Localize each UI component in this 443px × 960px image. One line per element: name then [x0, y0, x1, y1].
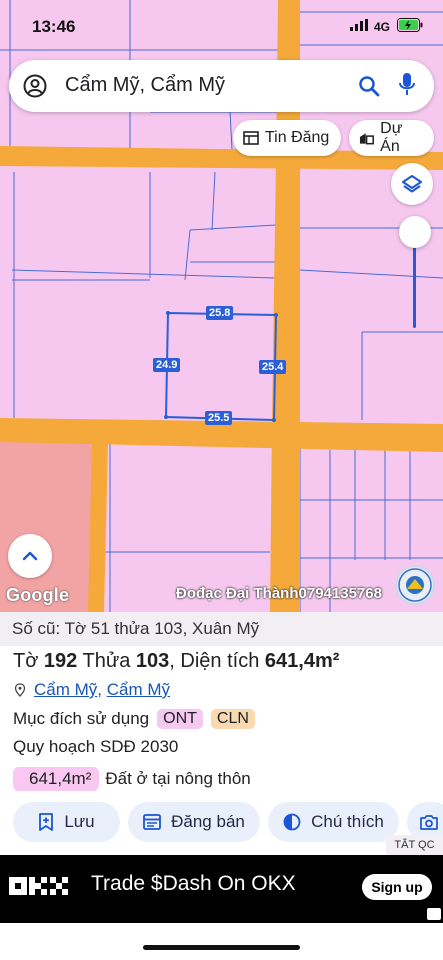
home-indicator[interactable] [143, 945, 300, 950]
chip-du-an-label: Dự Án [380, 120, 403, 155]
building-icon [359, 133, 374, 145]
status-bar: 13:46 4G [0, 0, 443, 50]
adchoices-icon[interactable] [427, 908, 441, 920]
status-time: 13:46 [32, 17, 76, 36]
area-label: , Diện tích [169, 650, 260, 672]
search-icon[interactable] [357, 74, 381, 98]
chip-du-an[interactable]: Dự Án [349, 120, 434, 156]
close-ad-label[interactable]: TẮT QC [386, 835, 443, 855]
contrast-icon [283, 813, 301, 831]
parcel-number: 103 [135, 650, 170, 672]
planning-title: Quy hoạch SDĐ 2030 [13, 737, 179, 756]
legend-button[interactable]: Chú thích [268, 802, 399, 842]
land-use-purpose: Mục đích sử dụng ONT CLN [13, 709, 255, 729]
parcel-label: Thửa [82, 650, 131, 672]
post-for-sale-button[interactable]: Đăng bán [128, 802, 260, 842]
search-query[interactable]: Cẩm Mỹ, Cẩm Mỹ [65, 74, 225, 97]
planning-area-desc: Đất ở tại nông thôn [105, 769, 251, 788]
battery-icon [397, 18, 423, 32]
location-separator: , [97, 680, 107, 699]
ad-banner[interactable]: Trade $Dash On OKX Sign up [0, 855, 443, 923]
layers-button[interactable] [391, 163, 433, 205]
opacity-slider-track[interactable] [413, 245, 416, 328]
expand-up-button[interactable] [8, 534, 52, 578]
layers-icon [402, 175, 422, 193]
chip-tin-dang[interactable]: Tin Đăng [233, 120, 341, 156]
chevron-up-icon [22, 551, 38, 561]
commune-link[interactable]: Cẩm Mỹ [107, 680, 170, 700]
search-bar[interactable]: Cẩm Mỹ, Cẩm Mỹ [9, 60, 434, 112]
sheet-number: 192 [43, 650, 78, 672]
area-value: 641,4m² [264, 650, 340, 672]
planning-area-badge: 641,4m² [13, 767, 100, 791]
ad-signup-button[interactable]: Sign up [362, 874, 432, 900]
district-link[interactable]: Cẩm Mỹ [34, 680, 97, 700]
dimension-top-label: 25.8 [206, 306, 234, 320]
old-reference: Số cũ: Tờ 51 thửa 103, Xuân Mỹ [0, 612, 443, 646]
location-links: Cẩm Mỹ, Cẩm Mỹ [14, 680, 170, 700]
parcel-summary: Tờ 192 Thửa 103, Diện tích 641,4m² [13, 650, 339, 673]
add-photo-icon [420, 815, 438, 830]
company-seal-logo [395, 565, 435, 605]
sheet-label: Tờ [13, 650, 39, 672]
location-pin-icon [14, 683, 26, 697]
save-button[interactable]: Lưu [13, 802, 120, 842]
map-view[interactable]: 25.8 24.9 25.4 25.5 13:46 4G Cẩm Mỹ, Cẩm… [0, 0, 443, 612]
bookmark-add-icon [39, 813, 54, 831]
google-logo: Google [6, 585, 70, 605]
purpose-label: Mục đích sử dụng [13, 709, 150, 728]
opacity-slider-knob[interactable] [399, 216, 431, 248]
network-type: 4G [374, 20, 391, 34]
planning-area-row: 641,4m² Đất ở tại nông thôn [13, 767, 251, 791]
okx-logo [9, 877, 68, 895]
legend-label: Chú thích [311, 812, 384, 831]
microphone-icon[interactable] [398, 72, 416, 98]
dimension-right-label: 25.4 [259, 360, 287, 374]
parcel-info-sheet[interactable]: Số cũ: Tờ 51 thửa 103, Xuân Mỹ Tờ 192 Th… [0, 612, 443, 855]
land-use-tag-ont: ONT [157, 709, 203, 729]
save-button-label: Lưu [64, 812, 95, 831]
land-use-tag-cln: CLN [210, 709, 255, 729]
dimension-bottom-label: 25.5 [205, 411, 233, 425]
watermark-text: Đođạc Đại Thành0794135768 [176, 585, 382, 602]
listing-card-icon [143, 814, 162, 830]
listing-icon [243, 131, 259, 145]
account-icon[interactable] [23, 74, 47, 98]
signal-icon [350, 19, 368, 31]
dimension-left-label: 24.9 [153, 358, 181, 372]
ad-headline[interactable]: Trade $Dash On OKX [91, 872, 296, 896]
post-for-sale-label: Đăng bán [171, 812, 245, 831]
chip-tin-dang-label: Tin Đăng [265, 129, 330, 146]
